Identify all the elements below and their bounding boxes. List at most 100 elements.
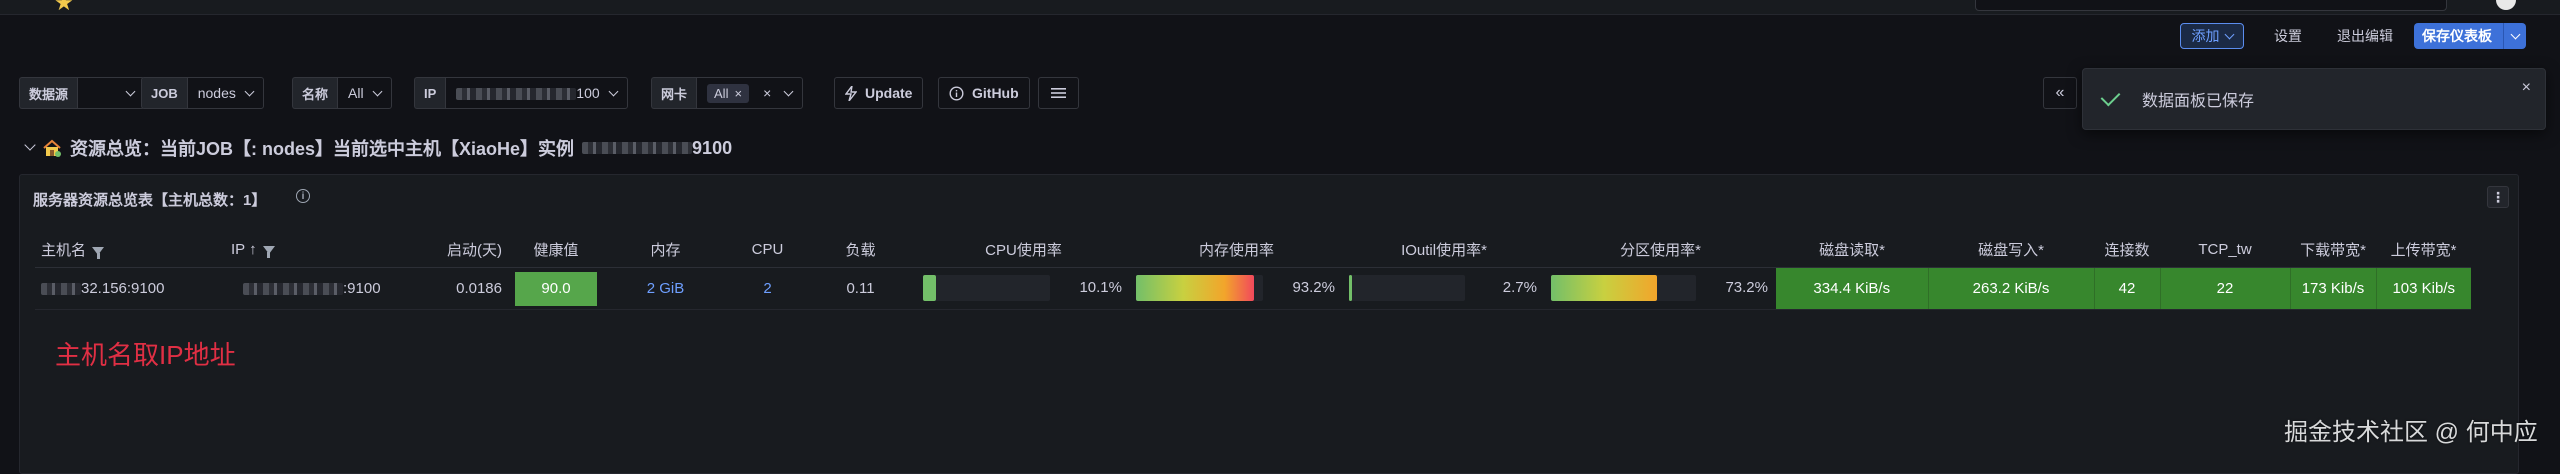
variable-job[interactable]: JOB nodes [141, 77, 264, 109]
exit-edit-button[interactable]: 退出编辑 [2325, 23, 2405, 49]
chevron-down-icon [125, 86, 136, 97]
mem-usage-value: 93.2% [1292, 279, 1335, 296]
nic-pill[interactable]: All × [707, 83, 750, 103]
chevron-down-icon [608, 86, 619, 97]
column-header-load[interactable]: 负载 [804, 231, 917, 268]
column-header-connections[interactable]: 连接数 [2094, 231, 2160, 268]
ip-value-suffix: 100 [576, 85, 600, 101]
panel-menu-button[interactable]: ⋮ [2487, 186, 2509, 208]
column-header-download[interactable]: 下载带宽* [2290, 231, 2376, 268]
column-header-disk-read[interactable]: 磁盘读取* [1776, 231, 1928, 268]
save-options-toggle[interactable] [2503, 23, 2526, 49]
column-header-upload[interactable]: 上传带宽* [2376, 231, 2471, 268]
nic-pill-label: All [714, 85, 729, 101]
redacted-text [41, 283, 81, 296]
partition-bar-fill [1551, 275, 1658, 301]
column-header-uptime[interactable]: 启动(天) [415, 231, 512, 268]
chevron-down-icon[interactable] [24, 139, 36, 151]
cell-connections: 42 [2093, 267, 2160, 310]
github-link[interactable]: GitHub [938, 77, 1030, 109]
ioutil-value: 2.7% [1502, 279, 1537, 296]
table-row: 32.156:9100 :9100 0.0186 90.0 2 GiB 2 0.… [35, 267, 2471, 310]
hostname-value: 32.156:9100 [81, 280, 165, 297]
info-circle-icon [949, 85, 964, 101]
cell-upload: 103 Kib/s [2375, 267, 2471, 310]
cell-cpu: 2 [731, 267, 804, 310]
partition-value: 73.2% [1725, 279, 1768, 296]
cell-ioutil: 2.7% [1343, 267, 1545, 310]
column-header-partition[interactable]: 分区使用率* [1545, 231, 1776, 268]
update-link-label: Update [865, 85, 913, 101]
mem-usage-bar [1136, 275, 1263, 301]
add-button[interactable]: 添加 [2180, 23, 2244, 49]
nic-select[interactable]: All × × [696, 77, 804, 109]
ioutil-bar-fill [1349, 275, 1353, 301]
filter-icon[interactable] [262, 245, 275, 258]
watermark: 掘金技术社区 @ 何中应 [2284, 419, 2538, 446]
column-header-health[interactable]: 健康值 [512, 231, 600, 268]
avatar[interactable] [2496, 0, 2516, 10]
remove-icon[interactable]: × [734, 86, 742, 101]
column-header-tcp-tw[interactable]: TCP_tw [2160, 231, 2290, 268]
variable-label: 名称 [292, 77, 338, 109]
row-title-suffix: 9100 [692, 137, 733, 158]
cell-disk-write: 263.2 KiB/s [1927, 267, 2094, 310]
top-nav-strip: ★ [0, 0, 2560, 15]
ioutil-bar [1349, 275, 1465, 301]
server-overview-panel: 服务器资源总览表【主机总数：1】 i ⋮ 主机名 IP ↑ 启动(天) 健康值 … [19, 174, 2519, 474]
column-header-hostname[interactable]: 主机名 [35, 231, 225, 268]
save-dashboard-button[interactable]: 保存仪表板 [2414, 23, 2526, 49]
chevron-down-icon [372, 86, 383, 97]
job-value: nodes [197, 85, 236, 101]
column-header-cpu-usage[interactable]: CPU使用率 [917, 231, 1130, 268]
filter-icon[interactable] [92, 246, 105, 259]
more-vertical-icon: ⋮ [2491, 188, 2505, 205]
memory-link[interactable]: 2 GiB [647, 280, 685, 297]
variable-label: IP [414, 77, 446, 109]
variable-nic[interactable]: 网卡 All × × [651, 77, 804, 109]
close-icon[interactable]: × [2522, 79, 2531, 97]
ip-select[interactable]: 100 [445, 77, 628, 109]
update-link[interactable]: Update [834, 77, 924, 109]
row-header[interactable]: 资源总览：当前JOB【: nodes】当前选中主机【XiaoHe】实例 9100 [24, 135, 733, 161]
column-header-disk-write[interactable]: 磁盘写入* [1928, 231, 2094, 268]
variable-label: 数据源 [19, 77, 78, 109]
search-bar[interactable] [1975, 0, 2447, 11]
cell-uptime: 0.0186 [415, 267, 512, 310]
mem-usage-bar-fill [1136, 275, 1255, 301]
health-badge: 90.0 [515, 271, 597, 306]
column-header-cpu[interactable]: CPU [731, 231, 804, 268]
toast-message: 数据面板已保存 [2142, 93, 2255, 110]
clear-icon[interactable]: × [763, 85, 771, 101]
cell-memory: 2 GiB [600, 267, 731, 310]
column-header-memory[interactable]: 内存 [600, 231, 731, 268]
collapse-left-button[interactable]: « [2043, 77, 2077, 109]
job-select[interactable]: nodes [186, 77, 264, 109]
menu-button[interactable] [1038, 77, 1079, 109]
datasource-select[interactable] [77, 77, 146, 109]
chevron-down-icon [2224, 29, 2234, 40]
server-table: 主机名 IP ↑ 启动(天) 健康值 内存 CPU 负载 CPU使用率 内存使用… [35, 231, 2471, 310]
chevron-down-icon [244, 86, 255, 97]
add-button-label: 添加 [2191, 28, 2220, 44]
name-select[interactable]: All [337, 77, 392, 109]
cell-disk-read: 334.4 KiB/s [1776, 267, 1928, 310]
variable-ip[interactable]: IP 100 [414, 77, 628, 109]
variable-name[interactable]: 名称 All [292, 77, 392, 109]
info-icon[interactable]: i [296, 189, 310, 203]
annotation-text: 主机名取IP地址 [55, 340, 236, 370]
variable-datasource[interactable]: 数据源 [19, 77, 146, 109]
settings-button[interactable]: 设置 [2258, 23, 2318, 49]
redacted-text: 100 [456, 85, 600, 101]
column-header-ioutil[interactable]: IOutil使用率* [1343, 231, 1545, 268]
cell-health: 90.0 [512, 267, 600, 310]
column-header-ip[interactable]: IP ↑ [225, 231, 415, 268]
row-title: 资源总览：当前JOB【: nodes】当前选中主机【XiaoHe】实例 [70, 139, 575, 159]
column-header-label: IP [231, 240, 245, 258]
house-icon [43, 139, 61, 157]
star-icon[interactable]: ★ [54, 0, 74, 14]
cell-mem-usage: 93.2% [1130, 267, 1343, 310]
check-icon [2100, 86, 2121, 106]
column-header-mem-usage[interactable]: 内存使用率 [1130, 231, 1343, 268]
cpu-link[interactable]: 2 [763, 280, 771, 297]
